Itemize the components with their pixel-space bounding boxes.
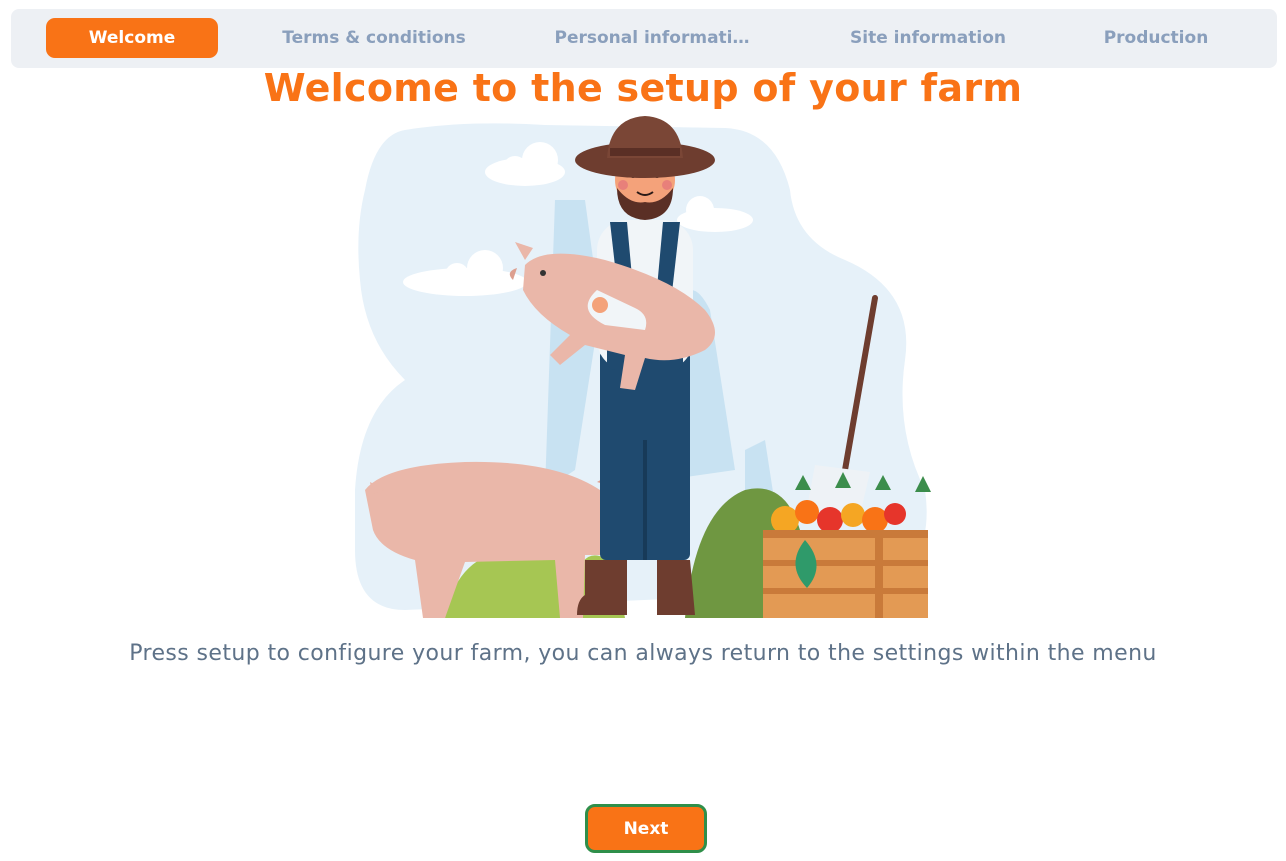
setup-instructions-text: Press setup to configure your farm, you … [129,641,1157,666]
tab-site-information[interactable]: Site information [823,18,1033,58]
next-button[interactable]: Next [585,804,707,853]
setup-step-tabs: Welcome Terms & conditions Personal info… [11,9,1277,68]
tab-personal-information[interactable]: Personal informati… [547,18,757,58]
tab-welcome[interactable]: Welcome [46,18,218,58]
farmer-with-pigs-illustration [345,110,945,624]
page-title: Welcome to the setup of your farm [263,66,1023,110]
tab-terms-and-conditions[interactable]: Terms & conditions [269,18,479,58]
tab-production[interactable]: Production [1081,18,1231,58]
